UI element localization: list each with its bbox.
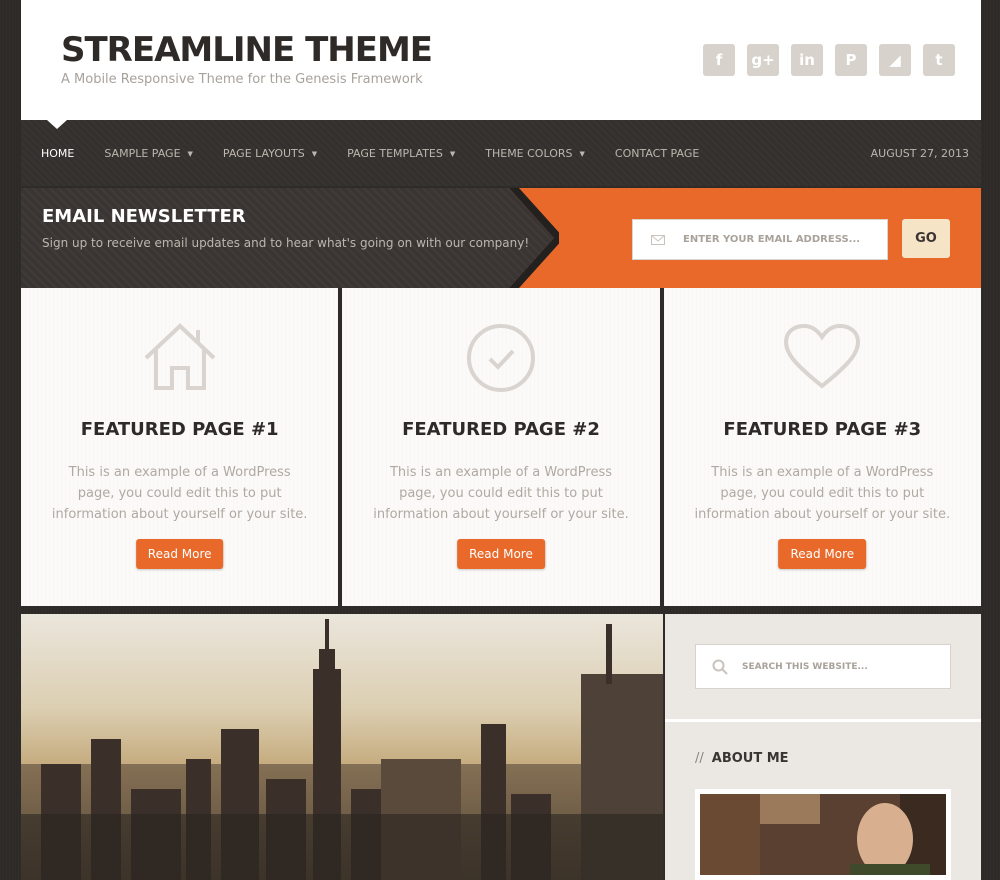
search-input[interactable]: SEARCH THIS WEBSITE... <box>695 644 951 689</box>
featured-pages: FEATURED PAGE #1 This is an example of a… <box>21 288 981 606</box>
checkmark-circle-icon <box>465 322 537 398</box>
nav-item-label: THEME COLORS <box>485 147 573 160</box>
search-placeholder: SEARCH THIS WEBSITE... <box>742 661 868 672</box>
site-description: A Mobile Responsive Theme for the Genesi… <box>61 72 423 87</box>
email-newsletter-bar: EMAIL NEWSLETTER Sign up to receive emai… <box>21 188 981 288</box>
nav-item-page-templates[interactable]: PAGE TEMPLATES ▼ <box>347 147 455 160</box>
read-more-button[interactable]: Read More <box>135 539 224 569</box>
primary-nav: HOME SAMPLE PAGE ▼ PAGE LAYOUTS ▼ PAGE TEM… <box>21 120 981 186</box>
twitter-icon[interactable]: t <box>923 44 955 76</box>
chevron-down-icon: ▼ <box>187 149 193 158</box>
featured-page-text: This is an example of a WordPress page, … <box>373 465 629 522</box>
nav-item-label: PAGE LAYOUTS <box>222 147 305 160</box>
featured-page-title[interactable]: FEATURED PAGE #1 <box>21 419 338 440</box>
email-field-placeholder: ENTER YOUR EMAIL ADDRESS... <box>683 234 861 245</box>
envelope-icon <box>651 234 665 245</box>
site-header: STREAMLINE THEME A Mobile Responsive The… <box>21 0 981 120</box>
chevron-down-icon: ▼ <box>579 149 585 158</box>
nav-item-sample-page[interactable]: SAMPLE PAGE ▼ <box>104 147 193 160</box>
hero-city-skyline-image[interactable] <box>21 614 663 880</box>
linkedin-icon[interactable]: in <box>791 44 823 76</box>
search-icon <box>712 659 728 675</box>
nav-item-page-layouts[interactable]: PAGE LAYOUTS ▼ <box>223 147 317 160</box>
site-title[interactable]: STREAMLINE THEME <box>61 30 433 70</box>
featured-page-text: This is an example of a WordPress page, … <box>694 465 951 522</box>
nav-item-label: CONTACT PAGE <box>614 147 700 160</box>
nav-item-theme-colors[interactable]: THEME COLORS ▼ <box>485 147 585 160</box>
go-button[interactable]: GO <box>902 219 950 258</box>
google-plus-icon[interactable]: g+ <box>747 44 779 76</box>
active-nav-pointer <box>47 120 67 129</box>
read-more-button[interactable]: Read More <box>778 539 867 569</box>
nav-item-contact-page[interactable]: CONTACT PAGE <box>615 147 699 160</box>
sidebar: SEARCH THIS WEBSITE... // ABOUT ME <box>665 614 981 880</box>
featured-page-card: FEATURED PAGE #3 This is an example of a… <box>663 288 981 606</box>
newsletter-title: EMAIL NEWSLETTER <box>42 206 246 227</box>
social-icons: f g+ in P ◢ t <box>703 44 955 76</box>
home-icon <box>142 322 218 396</box>
about-me-photo <box>695 789 951 880</box>
featured-page-card: FEATURED PAGE #1 This is an example of a… <box>21 288 339 606</box>
featured-page-title[interactable]: FEATURED PAGE #3 <box>664 419 981 440</box>
featured-page-title[interactable]: FEATURED PAGE #2 <box>342 419 659 440</box>
heart-icon <box>782 322 862 396</box>
nav-menu: HOME SAMPLE PAGE ▼ PAGE LAYOUTS ▼ PAGE TEM… <box>41 147 729 160</box>
facebook-icon[interactable]: f <box>703 44 735 76</box>
city-skyline-illustration <box>21 614 663 880</box>
pinterest-icon[interactable]: P <box>835 44 867 76</box>
nav-item-home[interactable]: HOME <box>41 147 74 160</box>
nav-item-label: HOME <box>41 147 75 160</box>
featured-page-card: FEATURED PAGE #2 This is an example of a… <box>342 288 660 606</box>
about-me-title: ABOUT ME <box>711 751 789 766</box>
email-field[interactable]: ENTER YOUR EMAIL ADDRESS... <box>632 219 888 260</box>
featured-page-text: This is an example of a WordPress page, … <box>51 465 308 522</box>
nav-item-label: SAMPLE PAGE <box>104 147 181 160</box>
heading-slashes-icon: // <box>695 751 704 766</box>
newsletter-description: Sign up to receive email updates and to … <box>42 236 530 250</box>
nav-item-label: PAGE TEMPLATES <box>347 147 443 160</box>
sidebar-divider <box>665 719 981 722</box>
chevron-down-icon: ▼ <box>311 149 318 158</box>
avatar <box>700 794 946 875</box>
chevron-down-icon: ▼ <box>449 149 456 158</box>
about-me-heading: // ABOUT ME <box>695 751 789 766</box>
read-more-button[interactable]: Read More <box>457 539 545 569</box>
nav-date: AUGUST 27, 2013 <box>870 147 969 160</box>
rss-icon[interactable]: ◢ <box>879 44 911 76</box>
